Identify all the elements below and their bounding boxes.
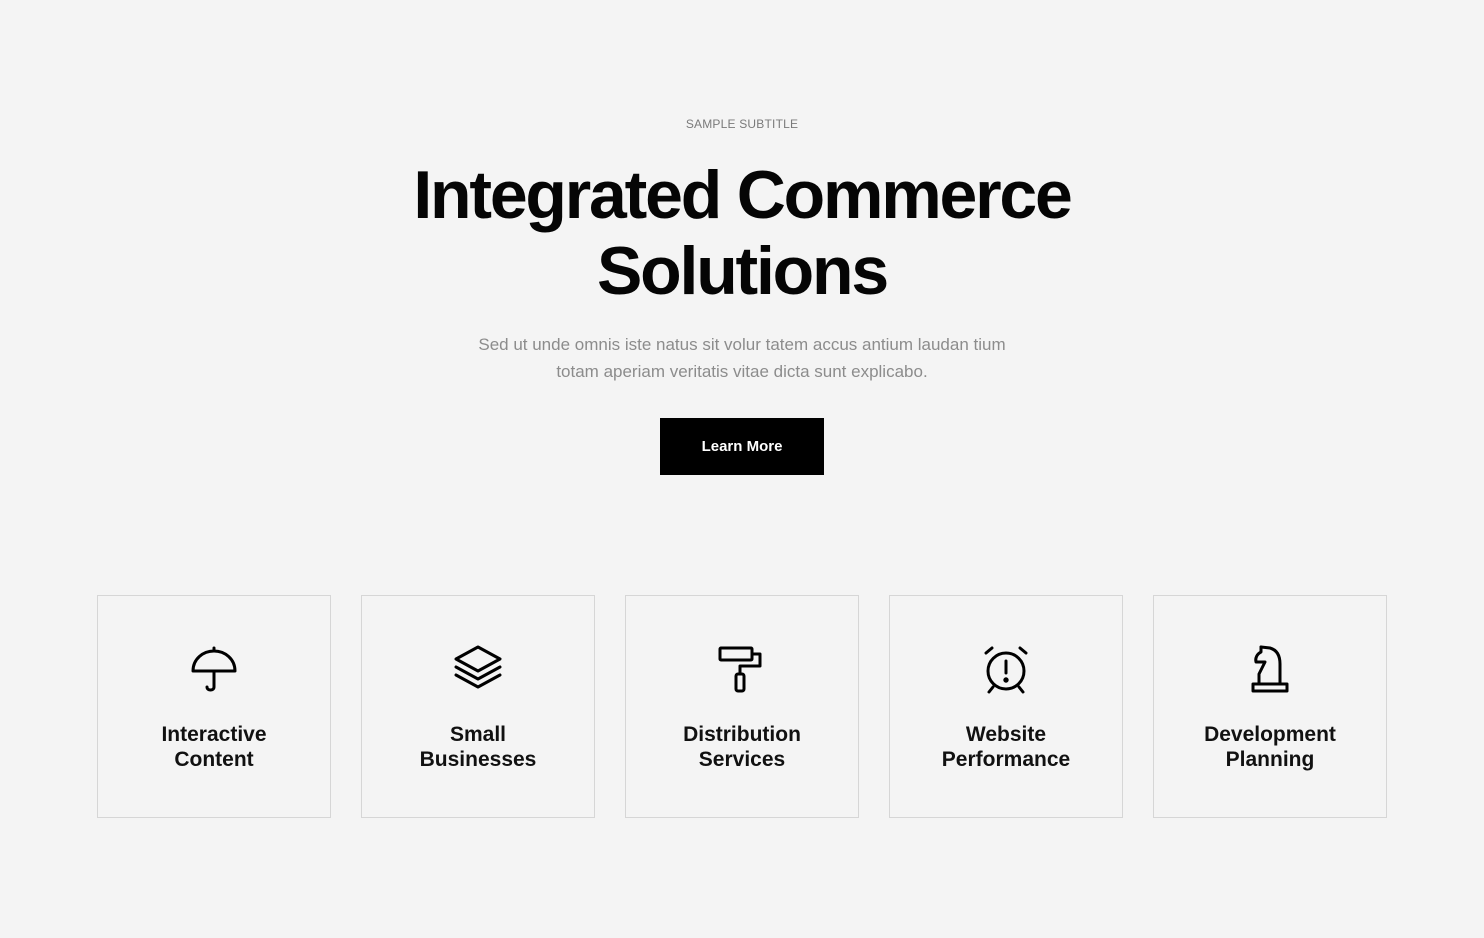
feature-card-label: Distribution Services: [646, 722, 838, 772]
feature-label-line-2: Services: [698, 748, 786, 771]
feature-label-line-2: Planning: [1225, 748, 1315, 771]
feature-card-label: Small Businesses: [382, 722, 574, 772]
feature-cards: Interactive Content Small Businesses Dis: [97, 595, 1387, 818]
feature-label-line-2: Businesses: [419, 748, 537, 771]
feature-card-label: Development Planning: [1174, 722, 1366, 772]
hero-description-line-1: Sed ut unde omnis iste natus sit volur t…: [478, 335, 1006, 354]
hero-subtitle: SAMPLE SUBTITLE: [685, 117, 799, 131]
feature-card-label: Website Performance: [910, 722, 1102, 772]
feature-card-label: Interactive Content: [118, 722, 310, 772]
paint-roller-icon: [716, 644, 768, 696]
hero-description: Sed ut unde omnis iste natus sit volur t…: [442, 331, 1042, 385]
chess-knight-icon: [1244, 644, 1296, 696]
feature-card-small-businesses[interactable]: Small Businesses: [361, 595, 595, 818]
hero-title: Integrated Commerce Solutions: [342, 157, 1142, 309]
hero-title-line-1: Integrated Commerce: [413, 157, 1072, 233]
feature-label-line-2: Content: [174, 748, 254, 771]
feature-label-line-1: Interactive: [161, 723, 267, 746]
umbrella-icon: [188, 644, 240, 696]
feature-card-interactive-content[interactable]: Interactive Content: [97, 595, 331, 818]
feature-card-website-performance[interactable]: Website Performance: [889, 595, 1123, 818]
alarm-clock-icon: [980, 644, 1032, 696]
feature-label-line-1: Distribution: [683, 723, 801, 746]
feature-label-line-1: Development: [1204, 723, 1336, 746]
layers-icon: [452, 644, 504, 696]
hero-description-line-2: totam aperiam veritatis vitae dicta sunt…: [556, 362, 928, 381]
feature-label-line-1: Website: [965, 723, 1047, 746]
feature-label-line-2: Performance: [941, 748, 1071, 771]
feature-label-line-1: Small: [449, 723, 507, 746]
learn-more-button[interactable]: Learn More: [660, 418, 824, 475]
feature-card-distribution-services[interactable]: Distribution Services: [625, 595, 859, 818]
hero-title-line-2: Solutions: [597, 233, 889, 309]
feature-card-development-planning[interactable]: Development Planning: [1153, 595, 1387, 818]
